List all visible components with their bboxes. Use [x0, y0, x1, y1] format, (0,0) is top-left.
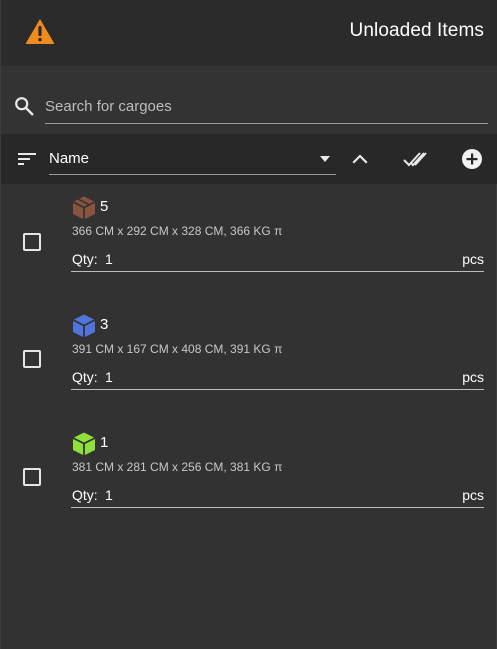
quantity-field[interactable]: Qty: 1 pcs [71, 365, 484, 390]
qty-unit: pcs [462, 369, 484, 385]
item-name: 1 [100, 434, 109, 451]
item-dimensions: 366 CM x 292 CM x 328 CM, 366 KG π [72, 224, 283, 238]
qty-label: Qty: [72, 251, 98, 267]
warning-triangle-icon[interactable] [25, 18, 55, 45]
item-name: 3 [100, 316, 109, 333]
quantity-field[interactable]: Qty: 1 pcs [71, 483, 484, 508]
qty-unit: pcs [462, 251, 484, 267]
quantity-field[interactable]: Qty: 1 pcs [71, 247, 484, 272]
item-checkbox[interactable] [23, 233, 41, 251]
qty-value[interactable]: 1 [105, 487, 113, 503]
double-check-icon[interactable] [403, 147, 429, 171]
qty-value[interactable]: 1 [105, 251, 113, 267]
sort-lines-icon[interactable] [17, 150, 39, 168]
sort-toolbar: Name [1, 134, 497, 184]
cube-icon [72, 196, 96, 220]
qty-unit: pcs [462, 487, 484, 503]
cube-icon [72, 432, 96, 456]
item-checkbox[interactable] [23, 468, 41, 486]
chevron-up-icon[interactable] [348, 147, 372, 171]
app-header: Unloaded Items [1, 0, 497, 66]
search-icon [15, 97, 34, 116]
list-item: 1 381 CM x 281 CM x 256 CM, 381 KG π Qty… [1, 431, 497, 549]
sort-field-select[interactable]: Name [49, 145, 336, 175]
item-dimensions: 391 CM x 167 CM x 408 CM, 391 KG π [72, 342, 283, 356]
qty-value[interactable]: 1 [105, 369, 113, 385]
item-dimensions: 381 CM x 281 CM x 256 CM, 381 KG π [72, 460, 283, 474]
item-name: 5 [100, 198, 109, 215]
qty-label: Qty: [72, 369, 98, 385]
list-item: 5 366 CM x 292 CM x 328 CM, 366 KG π Qty… [1, 195, 497, 313]
chevron-down-icon [320, 156, 330, 162]
qty-label: Qty: [72, 487, 98, 503]
cube-icon [72, 314, 96, 338]
list-item: 3 391 CM x 167 CM x 408 CM, 391 KG π Qty… [1, 313, 497, 431]
page-title: Unloaded Items [349, 20, 484, 41]
search-bar [1, 66, 497, 134]
search-input[interactable] [45, 94, 488, 124]
item-checkbox[interactable] [23, 350, 41, 368]
app-frame: Unloaded Items Name [0, 0, 497, 649]
sort-field-value: Name [49, 150, 90, 167]
add-circle-icon[interactable] [460, 147, 484, 171]
